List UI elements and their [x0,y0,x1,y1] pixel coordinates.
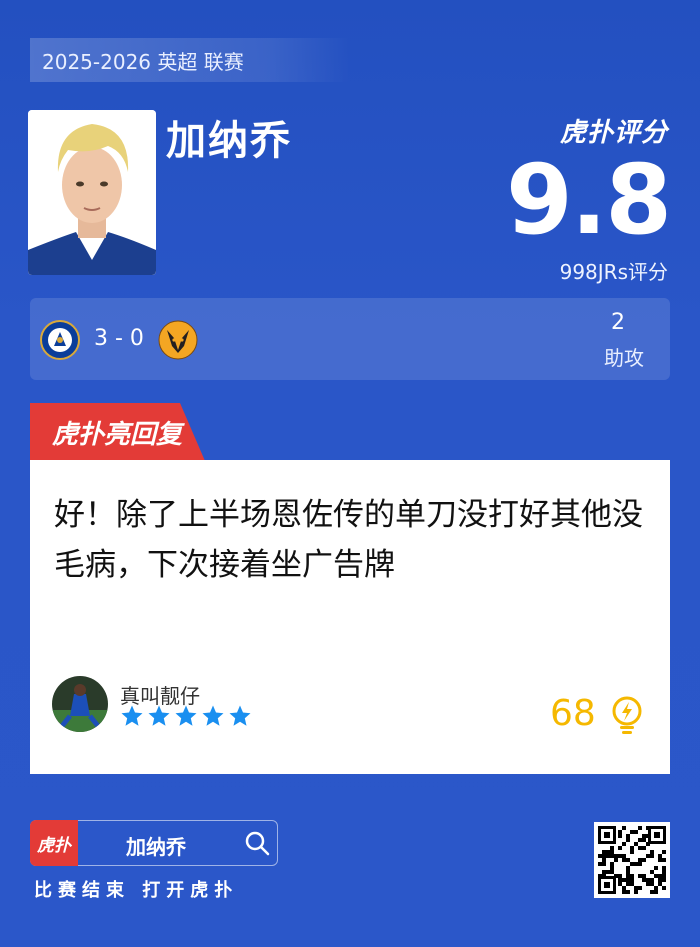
match-card: 3 - 0 2 助攻 [30,298,670,380]
search-query[interactable]: 加纳乔 [126,831,186,860]
match-score: 3 - 0 [94,326,144,351]
player-photo [28,110,156,275]
highlight-reply-tab: 虎扑亮回复 [30,403,205,461]
likes-count: 68 [550,693,596,734]
star-icon [228,704,252,728]
lightbulb-icon[interactable] [610,696,644,736]
rating-stars [120,704,252,728]
star-icon [201,704,225,728]
assists-label: 助攻 [604,346,644,370]
season-label: 2025-2026 英超 联赛 [42,49,244,74]
user-avatar[interactable] [52,676,108,732]
star-icon [120,704,144,728]
rating-score: 9.8 [505,144,672,256]
player-name: 加纳乔 [166,118,292,164]
search-icon[interactable] [244,830,270,856]
qr-code-icon [594,822,670,898]
open-app-cta: 比赛结束 打开虎扑 [34,880,239,901]
reply-card: 好！除了上半场恩佐传的单刀没打好其他没毛病，下次接着坐广告牌 真叫靓仔 68 [30,460,670,774]
star-icon [174,704,198,728]
season-banner: 2025-2026 英超 联赛 [30,38,350,82]
chelsea-badge-icon [40,320,80,360]
wolves-badge-icon [158,320,198,360]
rating-votes: 998JRs评分 [559,260,668,284]
reply-text: 好！除了上半场恩佐传的单刀没打好其他没毛病，下次接着坐广告牌 [54,497,643,583]
star-icon [147,704,171,728]
assists-value: 2 [611,310,625,335]
hupu-app-icon[interactable]: 虎扑 [30,820,78,866]
